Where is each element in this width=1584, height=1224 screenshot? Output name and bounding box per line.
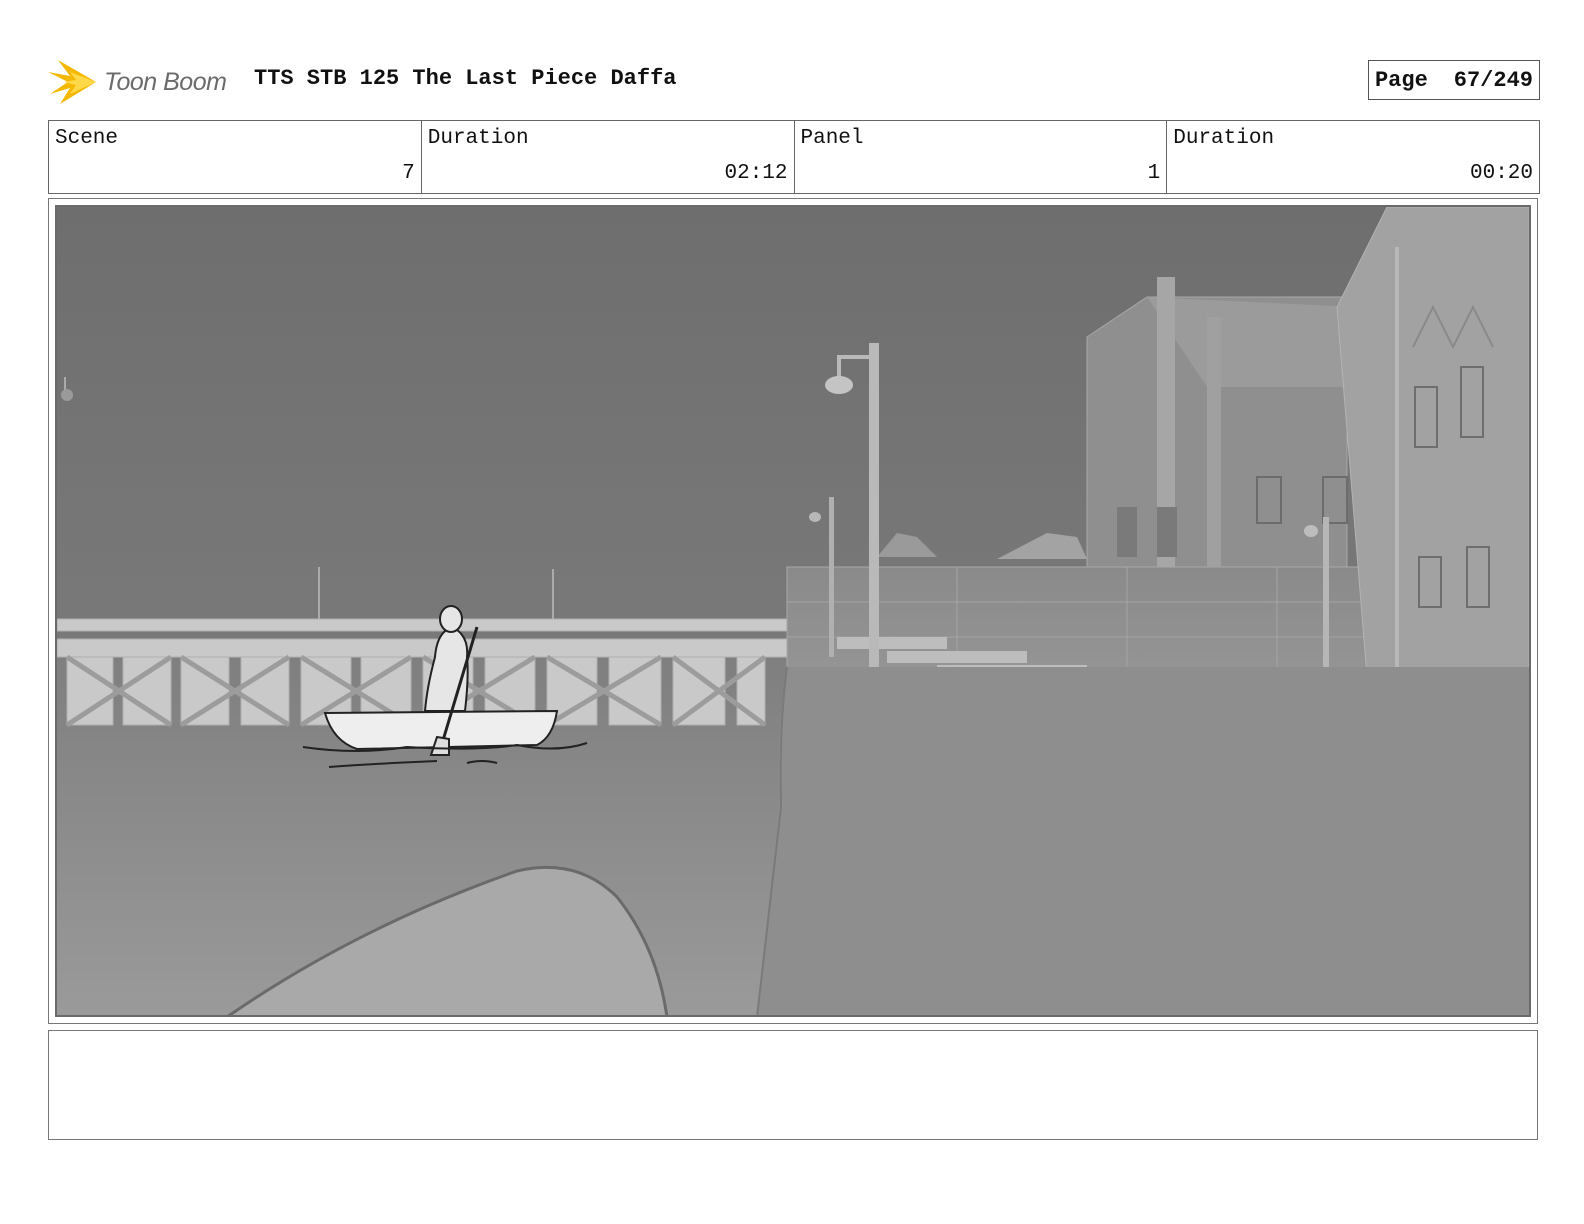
panel-duration-cell: Duration 00:20 (1167, 121, 1539, 193)
panel-label: Panel (800, 127, 864, 150)
warehouse-building (1086, 277, 1357, 568)
scene-cell: Scene 7 (49, 121, 422, 193)
scene-value: 7 (402, 162, 415, 185)
page-indicator: Page 67/249 (1367, 60, 1540, 100)
starburst-icon (48, 60, 96, 104)
page-number: 67/249 (1453, 67, 1533, 93)
panel-image (55, 205, 1531, 1017)
storyboard-header: Toon Boom TTS STB 125 The Last Piece Daf… (48, 52, 1540, 108)
scene-duration-label: Duration (427, 127, 529, 150)
distant-lamp (61, 389, 73, 401)
quay-edge (757, 667, 1529, 1015)
logo-wordmark: Toon Boom (104, 68, 227, 96)
storyboard-panel (48, 198, 1538, 1024)
panel-duration-value: 00:20 (1469, 162, 1533, 185)
panel-duration-label: Duration (1173, 127, 1275, 150)
panel-notes (48, 1030, 1538, 1140)
scene-duration-cell: Duration 02:12 (422, 121, 795, 193)
toon-boom-logo: Toon Boom (48, 58, 248, 106)
document-title: TTS STB 125 The Last Piece Daffa (254, 66, 677, 91)
panel-cell: Panel 1 (795, 121, 1168, 193)
tall-building (1336, 207, 1529, 678)
harbor-scene-illustration (57, 207, 1529, 1015)
page-label: Page (1374, 67, 1428, 93)
panel-info-table: Scene 7 Duration 02:12 Panel 1 Duration … (48, 120, 1540, 194)
scene-duration-value: 02:12 (724, 162, 788, 185)
panel-value: 1 (1147, 162, 1161, 185)
scene-label: Scene (55, 127, 119, 150)
